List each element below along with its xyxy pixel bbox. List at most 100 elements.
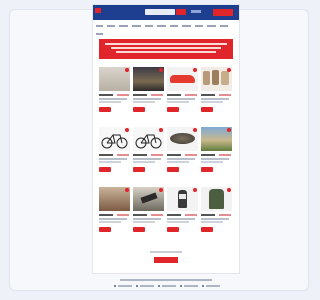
- footer-link[interactable]: [140, 285, 154, 287]
- nav-item[interactable]: [96, 25, 103, 27]
- title-line: [133, 98, 161, 100]
- product-card[interactable]: [99, 127, 130, 177]
- old-price-text: [151, 214, 163, 216]
- price-text: [167, 214, 181, 216]
- footer-link[interactable]: [206, 285, 220, 287]
- favorite-icon[interactable]: [159, 128, 163, 132]
- product-card[interactable]: [167, 187, 198, 237]
- favorite-icon[interactable]: [125, 68, 129, 72]
- load-more-button[interactable]: [154, 257, 178, 263]
- product-card[interactable]: [201, 127, 232, 177]
- product-card[interactable]: [133, 187, 164, 237]
- old-price-text: [219, 94, 231, 96]
- price-text: [167, 154, 181, 156]
- product-card[interactable]: [201, 187, 232, 237]
- title-line: [167, 161, 189, 163]
- old-price-text: [117, 214, 129, 216]
- title-line: [167, 218, 195, 220]
- favorite-icon[interactable]: [193, 68, 197, 72]
- logo-icon[interactable]: [95, 8, 101, 13]
- category-nav: [93, 21, 239, 35]
- buy-button[interactable]: [167, 227, 179, 232]
- buy-button[interactable]: [201, 107, 213, 112]
- title-line: [201, 218, 229, 220]
- favorite-icon[interactable]: [227, 68, 231, 72]
- site-header: [93, 5, 239, 20]
- title-line: [99, 161, 121, 163]
- favorite-icon[interactable]: [125, 188, 129, 192]
- buy-button[interactable]: [133, 227, 145, 232]
- search-input[interactable]: [145, 9, 175, 15]
- nav-item[interactable]: [170, 25, 178, 27]
- favorite-icon[interactable]: [227, 128, 231, 132]
- nav-item[interactable]: [207, 25, 216, 27]
- favorite-icon[interactable]: [159, 68, 163, 72]
- favorite-icon[interactable]: [125, 128, 129, 132]
- footer-text-line: [120, 279, 212, 281]
- footer-icon[interactable]: [158, 285, 160, 287]
- product-card[interactable]: [99, 67, 130, 117]
- product-card[interactable]: [99, 187, 130, 237]
- favorite-icon[interactable]: [159, 188, 163, 192]
- old-price-text: [117, 154, 129, 156]
- buy-button[interactable]: [201, 167, 213, 172]
- title-line: [99, 158, 127, 160]
- footer-link[interactable]: [184, 285, 198, 287]
- nav-item[interactable]: [107, 25, 115, 27]
- favorite-icon[interactable]: [193, 128, 197, 132]
- buy-button[interactable]: [201, 227, 213, 232]
- title-line: [167, 98, 195, 100]
- old-price-text: [117, 94, 129, 96]
- product-card[interactable]: [201, 67, 232, 117]
- old-price-text: [151, 154, 163, 156]
- nav-item[interactable]: [96, 33, 103, 35]
- price-text: [133, 94, 147, 96]
- header-link[interactable]: [191, 10, 201, 13]
- footer-icon[interactable]: [180, 285, 182, 287]
- buy-button[interactable]: [133, 167, 145, 172]
- price-text: [201, 94, 215, 96]
- buy-button[interactable]: [99, 107, 111, 112]
- title-line: [201, 161, 223, 163]
- title-line: [133, 161, 155, 163]
- price-text: [167, 94, 181, 96]
- product-card[interactable]: [167, 127, 198, 177]
- price-text: [133, 154, 147, 156]
- favorite-icon[interactable]: [227, 188, 231, 192]
- search-button[interactable]: [176, 9, 186, 15]
- banner-text-line: [116, 51, 216, 53]
- old-price-text: [151, 94, 163, 96]
- nav-item[interactable]: [119, 25, 128, 27]
- footer-link[interactable]: [162, 285, 176, 287]
- header-cta-button[interactable]: [213, 9, 233, 16]
- product-card[interactable]: [133, 67, 164, 117]
- footer-icon[interactable]: [202, 285, 204, 287]
- buy-button[interactable]: [99, 167, 111, 172]
- favorite-icon[interactable]: [193, 188, 197, 192]
- title-line: [133, 218, 161, 220]
- title-line: [201, 158, 229, 160]
- price-text: [99, 94, 113, 96]
- nav-item[interactable]: [157, 25, 166, 27]
- nav-item[interactable]: [220, 25, 228, 27]
- page-footer: [92, 276, 240, 292]
- buy-button[interactable]: [133, 107, 145, 112]
- footer-link[interactable]: [118, 285, 132, 287]
- footer-icon[interactable]: [114, 285, 116, 287]
- product-card[interactable]: [167, 67, 198, 117]
- product-card[interactable]: [133, 127, 164, 177]
- price-text: [99, 214, 113, 216]
- banner-text-line: [105, 43, 227, 45]
- nav-item[interactable]: [195, 25, 203, 27]
- promo-banner[interactable]: [99, 39, 233, 59]
- nav-item[interactable]: [132, 25, 141, 27]
- old-price-text: [185, 94, 197, 96]
- buy-button[interactable]: [167, 107, 179, 112]
- nav-item[interactable]: [145, 25, 153, 27]
- nav-item[interactable]: [182, 25, 191, 27]
- buy-button[interactable]: [167, 167, 179, 172]
- buy-button[interactable]: [99, 227, 111, 232]
- old-price-text: [185, 214, 197, 216]
- title-line: [99, 221, 121, 223]
- footer-icon[interactable]: [136, 285, 138, 287]
